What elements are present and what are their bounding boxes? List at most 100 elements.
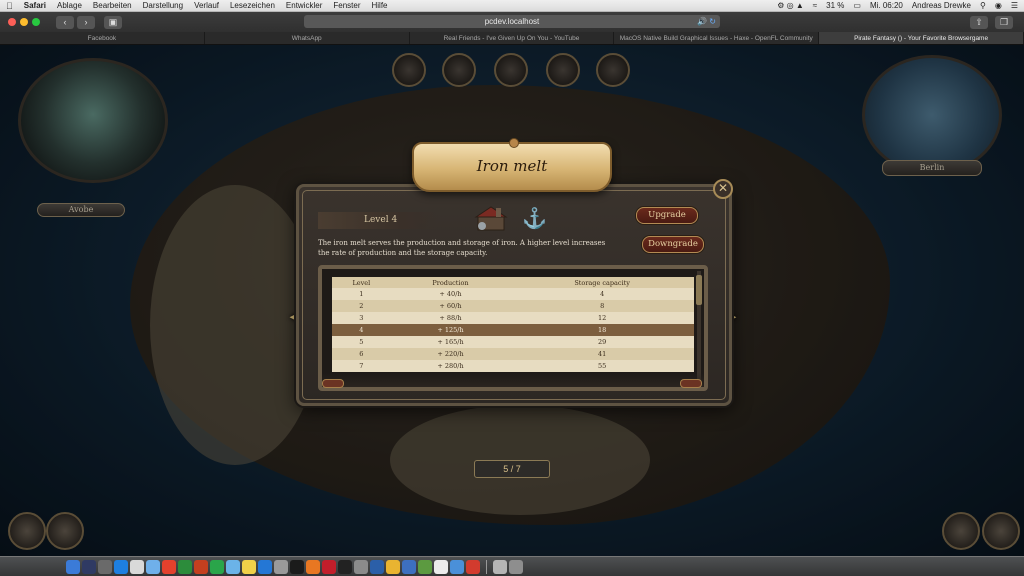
launchpad-icon[interactable]	[98, 559, 112, 574]
table-cell-storage: 4	[510, 288, 694, 300]
table-row-current-level: 4 + 125/h 18	[332, 324, 694, 336]
adobe-animate-icon[interactable]	[466, 559, 480, 574]
table-cell-level: 4	[332, 324, 391, 336]
notification-center-icon[interactable]: ☰	[1011, 1, 1018, 10]
menu-hilfe[interactable]: Hilfe	[371, 1, 387, 10]
menu-ablage[interactable]: Ablage	[57, 1, 82, 10]
editor-icon[interactable]	[418, 559, 432, 574]
close-window-icon[interactable]	[8, 18, 16, 26]
table-cell-production: + 60/h	[390, 300, 511, 312]
downgrade-button[interactable]: Downgrade	[642, 236, 704, 253]
messages-icon[interactable]	[210, 559, 224, 574]
resource-slot-2-icon[interactable]	[442, 53, 476, 87]
skype-icon[interactable]	[226, 559, 240, 574]
dialog-title-banner: Iron melt	[412, 138, 612, 192]
safari-dock-icon[interactable]	[114, 559, 128, 574]
player-name-plate[interactable]: Avobe	[37, 203, 125, 217]
macos-menubar:  Safari Ablage Bearbeiten Darstellung V…	[0, 0, 1024, 12]
resource-slot-5-icon[interactable]	[596, 53, 630, 87]
tab-youtube[interactable]: Real Friends - I've Given Up On You - Yo…	[410, 32, 615, 44]
minimize-window-icon[interactable]	[20, 18, 28, 26]
filezilla-icon[interactable]	[178, 559, 192, 574]
table-cell-production: + 165/h	[390, 336, 511, 348]
trash-icon[interactable]	[509, 559, 523, 574]
island-name-plate[interactable]: Berlin	[882, 160, 982, 176]
contacts-icon[interactable]	[146, 559, 160, 574]
system-preferences-icon[interactable]	[274, 559, 288, 574]
spotlight-icon[interactable]: ⚲	[980, 1, 986, 10]
menu-verlauf[interactable]: Verlauf	[194, 1, 219, 10]
mail-icon[interactable]	[130, 559, 144, 574]
menu-app-name[interactable]: Safari	[24, 1, 46, 10]
wifi-icon[interactable]: ≈	[813, 1, 817, 10]
tab-pirate-fantasy[interactable]: Pirate Fantasy () - Your Favorite Browse…	[819, 32, 1024, 44]
status-icons[interactable]: ⚙ ◎ ▲	[777, 1, 804, 10]
menubar-clock[interactable]: Mi. 06:20	[870, 1, 903, 10]
share-button[interactable]: ⇧	[970, 15, 988, 29]
back-button[interactable]: ‹	[56, 15, 74, 29]
vscode-icon[interactable]	[370, 559, 384, 574]
tab-whatsapp[interactable]: WhatsApp	[205, 32, 410, 44]
finder-icon[interactable]	[66, 559, 80, 574]
vlc-icon[interactable]	[306, 559, 320, 574]
resource-slot-3-icon[interactable]	[494, 53, 528, 87]
table-cell-storage: 12	[510, 312, 694, 324]
dialog-close-button[interactable]: ✕	[713, 179, 733, 199]
apple-menu-icon[interactable]: 	[6, 1, 13, 11]
battery-percent[interactable]: 31 %	[826, 1, 844, 10]
filemaker-icon[interactable]	[322, 559, 336, 574]
upgrade-button[interactable]: Upgrade	[636, 207, 698, 224]
camera-app-icon[interactable]	[338, 559, 352, 574]
menu-bearbeiten[interactable]: Bearbeiten	[93, 1, 132, 10]
downloads-stack-icon[interactable]	[493, 559, 507, 574]
sidebar-toggle-button[interactable]: ▣	[104, 15, 122, 29]
mamp-icon[interactable]	[354, 559, 368, 574]
menubar-user[interactable]: Andreas Drewke	[912, 1, 971, 10]
bottom-left-scroll-icon[interactable]	[46, 512, 84, 550]
window-controls	[8, 18, 40, 26]
table-row: 7 + 280/h 55	[332, 360, 694, 372]
zoom-window-icon[interactable]	[32, 18, 40, 26]
table-cell-production: + 280/h	[390, 360, 511, 372]
siri-icon[interactable]: ◉	[995, 1, 1002, 10]
battery-icon[interactable]: ▭	[853, 1, 861, 10]
player-portrait[interactable]	[18, 58, 168, 183]
menu-lesezeichen[interactable]: Lesezeichen	[230, 1, 275, 10]
menu-entwickler[interactable]: Entwickler	[286, 1, 322, 10]
bottom-right-ship-icon[interactable]	[942, 512, 980, 550]
gimp-icon[interactable]	[386, 559, 400, 574]
building-level-text: Level 4	[364, 215, 398, 225]
tab-facebook[interactable]: Facebook	[0, 32, 205, 44]
preview-icon[interactable]	[450, 559, 464, 574]
chrome-icon[interactable]	[162, 559, 176, 574]
iron-melt-building-icon	[474, 206, 508, 231]
terminal-icon[interactable]	[290, 559, 304, 574]
address-bar[interactable]: pcdev.localhost 🔊 ↻	[304, 15, 720, 28]
header-production: Production	[390, 277, 511, 288]
island-minimap[interactable]	[862, 55, 1002, 175]
level-table: Level Production Storage capacity 1 + 40/…	[332, 277, 694, 372]
siri-dock-icon[interactable]	[82, 559, 96, 574]
frame-gem-left-icon	[322, 379, 344, 388]
resource-slot-4-icon[interactable]	[546, 53, 580, 87]
table-row: 2 + 60/h 8	[332, 300, 694, 312]
table-scrollbar[interactable]	[696, 271, 702, 383]
firefox-icon[interactable]	[194, 559, 208, 574]
app-store-icon[interactable]	[258, 559, 272, 574]
bottom-left-menu-icon[interactable]	[8, 512, 46, 550]
xcode-icon[interactable]	[402, 559, 416, 574]
menu-fenster[interactable]: Fenster	[333, 1, 360, 10]
notes-icon[interactable]	[242, 559, 256, 574]
dialog-title: Iron melt	[476, 157, 548, 175]
table-cell-storage: 8	[510, 300, 694, 312]
dock-separator	[486, 559, 487, 574]
tab-openfl-community[interactable]: MacOS Native Build Graphical Issues - Ha…	[614, 32, 820, 44]
bottom-right-chest-icon[interactable]	[982, 512, 1020, 550]
forward-button[interactable]: ›	[77, 15, 95, 29]
menu-darstellung[interactable]: Darstellung	[143, 1, 183, 10]
resource-slot-1-icon[interactable]	[392, 53, 426, 87]
page-indicator-text: 5 / 7	[503, 464, 521, 474]
reload-icon[interactable]: 🔊 ↻	[697, 15, 716, 28]
show-tabs-button[interactable]: ❐	[995, 15, 1013, 29]
textedit-icon[interactable]	[434, 559, 448, 574]
